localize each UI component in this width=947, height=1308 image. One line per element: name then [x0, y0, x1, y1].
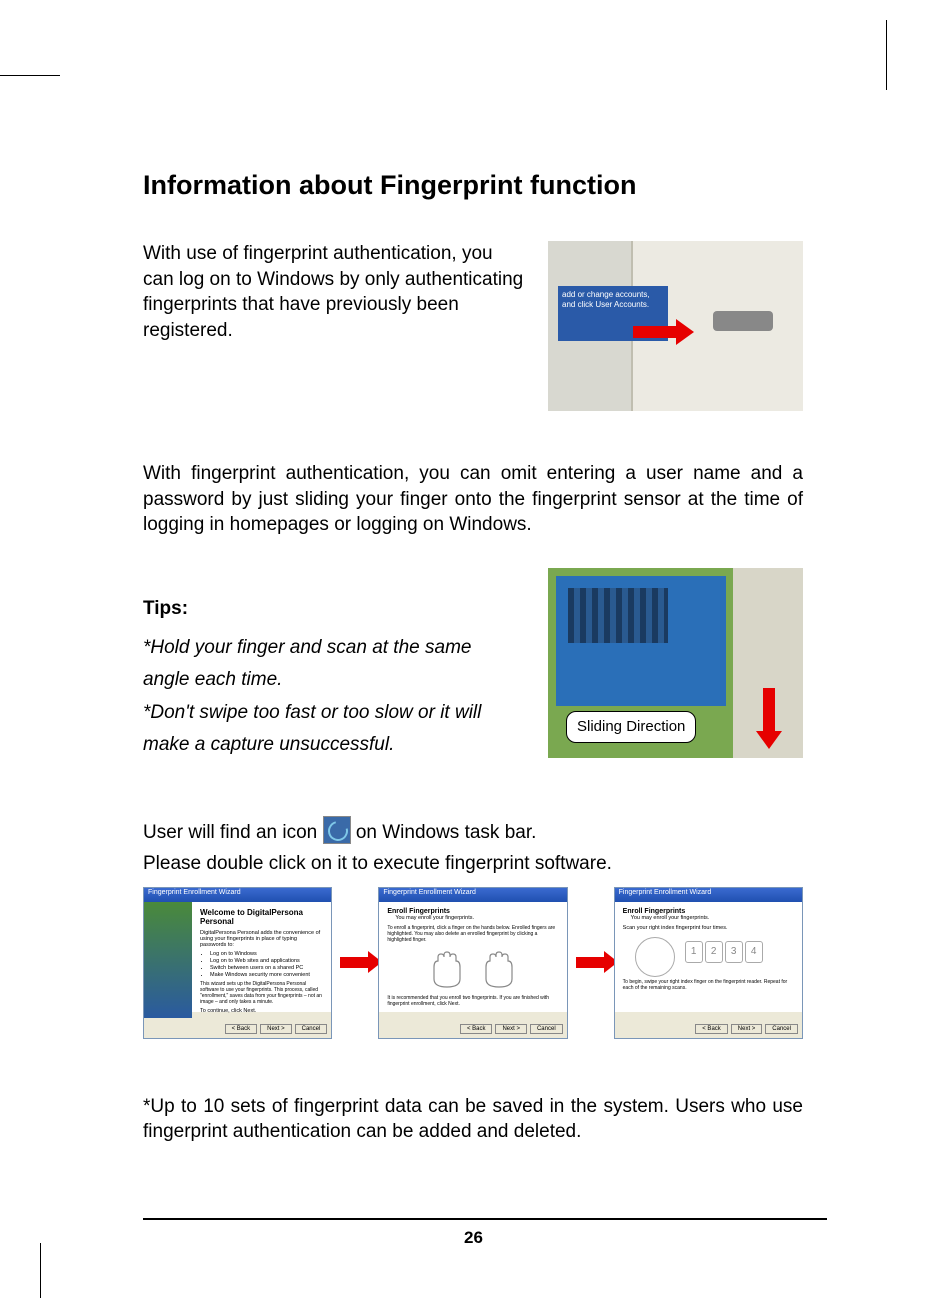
- left-hand-icon: [428, 951, 468, 991]
- taskbar-icon-line: User will find an icon on Windows task b…: [143, 816, 803, 848]
- sliding-direction-photo: Sliding Direction: [548, 568, 803, 758]
- wizard-sub: You may enroll your fingerprints.: [631, 915, 794, 921]
- arrow-right-icon: [576, 957, 606, 968]
- wizard-foot: This wizard sets up the DigitalPersona P…: [200, 981, 323, 1005]
- page-number: 26: [0, 1228, 947, 1248]
- wizard-step-1: Fingerprint Enrollment Wizard Welcome to…: [143, 887, 332, 1039]
- wizard-heading: Enroll Fingerprints: [623, 908, 794, 915]
- execute-instruction: Please double click on it to execute fin…: [143, 853, 803, 875]
- arrow-down-icon: [763, 688, 775, 733]
- wizard-sidebar-graphic: [144, 902, 192, 1018]
- next-button[interactable]: Next >: [260, 1024, 292, 1034]
- button-row: < Back Next > Cancel: [695, 1024, 798, 1034]
- window-titlebar: Fingerprint Enrollment Wizard: [144, 888, 331, 902]
- scan-num: 2: [705, 941, 723, 963]
- content-area: Information about Fingerprint function W…: [143, 170, 803, 1145]
- sensor-slot: [713, 311, 773, 331]
- wizard-step-2: Fingerprint Enrollment Wizard Enroll Fin…: [378, 887, 567, 1039]
- button-row: < Back Next > Cancel: [225, 1024, 328, 1034]
- button-row: < Back Next > Cancel: [460, 1024, 563, 1034]
- wizard-sub: You may enroll your fingerprints.: [395, 915, 558, 921]
- tips-row: Tips: *Hold your finger and scan at the …: [143, 568, 803, 761]
- tips-text: *Hold your finger and scan at the same a…: [143, 632, 518, 761]
- tips-heading: Tips:: [143, 598, 518, 620]
- laptop-screen: [556, 576, 726, 706]
- wizard-heading: Enroll Fingerprints: [387, 908, 558, 915]
- cancel-button[interactable]: Cancel: [295, 1024, 328, 1034]
- intro-paragraph: With use of fingerprint authentication, …: [143, 241, 528, 411]
- crop-mark: [886, 20, 907, 90]
- intro-row: With use of fingerprint authentication, …: [143, 241, 803, 411]
- text-fragment: User will find an icon: [143, 822, 323, 843]
- scan-preview-circle: [635, 937, 675, 977]
- scan-num: 4: [745, 941, 763, 963]
- next-button[interactable]: Next >: [731, 1024, 763, 1034]
- arrow-right-icon: [340, 957, 370, 968]
- right-hand-icon: [478, 951, 518, 991]
- back-button[interactable]: < Back: [460, 1024, 493, 1034]
- crop-mark: [0, 75, 60, 76]
- footer-rule: [143, 1218, 827, 1220]
- page-title: Information about Fingerprint function: [143, 170, 803, 201]
- cancel-button[interactable]: Cancel: [765, 1024, 798, 1034]
- wizard-recommend: It is recommended that you enroll two fi…: [387, 995, 558, 1007]
- list-item: Switch between users on a shared PC: [210, 965, 323, 971]
- wizard-headline: Welcome to DigitalPersona Personal: [200, 908, 323, 926]
- list-item: Log on to Windows: [210, 951, 323, 957]
- wizard-begin: To begin, swipe your right index finger …: [623, 979, 794, 991]
- wizard-body: Enroll Fingerprints You may enroll your …: [615, 902, 802, 1012]
- tips-block: Tips: *Hold your finger and scan at the …: [143, 568, 518, 761]
- list-item: Log on to Web sites and applications: [210, 958, 323, 964]
- back-button[interactable]: < Back: [225, 1024, 258, 1034]
- cancel-button[interactable]: Cancel: [530, 1024, 563, 1034]
- wizard-body: Welcome to DigitalPersona Personal Digit…: [192, 902, 331, 1012]
- crop-mark: [40, 1243, 41, 1298]
- fingerprint-software-icon: [323, 816, 351, 844]
- wizard-screenshots-row: Fingerprint Enrollment Wizard Welcome to…: [143, 887, 803, 1039]
- keyboard-graphic: [568, 588, 668, 643]
- sliding-direction-callout: Sliding Direction: [566, 711, 696, 743]
- wizard-desc: DigitalPersona Personal adds the conveni…: [200, 930, 323, 948]
- footnote: *Up to 10 sets of fingerprint data can b…: [143, 1094, 803, 1145]
- window-titlebar: Fingerprint Enrollment Wizard: [615, 888, 802, 902]
- auth-paragraph: With fingerprint authentication, you can…: [143, 461, 803, 538]
- scan-num: 1: [685, 941, 703, 963]
- wizard-body: Enroll Fingerprints You may enroll your …: [379, 902, 566, 1012]
- wizard-step-3: Fingerprint Enrollment Wizard Enroll Fin…: [614, 887, 803, 1039]
- hands-graphic: [387, 951, 558, 991]
- wizard-desc: To enroll a fingerprint, click a finger …: [387, 925, 558, 943]
- window-titlebar: Fingerprint Enrollment Wizard: [379, 888, 566, 902]
- fingerprint-device-photo: add or change accounts, and click User A…: [548, 241, 803, 411]
- arrow-right-icon: [633, 326, 678, 338]
- scan-counter: 1234: [685, 941, 765, 963]
- text-fragment: on Windows task bar.: [356, 822, 537, 843]
- back-button[interactable]: < Back: [695, 1024, 728, 1034]
- tip-item: *Don't swipe too fast or too slow or it …: [143, 702, 481, 755]
- page: Information about Fingerprint function W…: [0, 0, 947, 1308]
- next-button[interactable]: Next >: [495, 1024, 527, 1034]
- wizard-continue: To continue, click Next.: [200, 1008, 323, 1014]
- tip-item: *Hold your finger and scan at the same a…: [143, 637, 471, 690]
- scan-num: 3: [725, 941, 743, 963]
- list-item: Make Windows security more convenient: [210, 972, 323, 978]
